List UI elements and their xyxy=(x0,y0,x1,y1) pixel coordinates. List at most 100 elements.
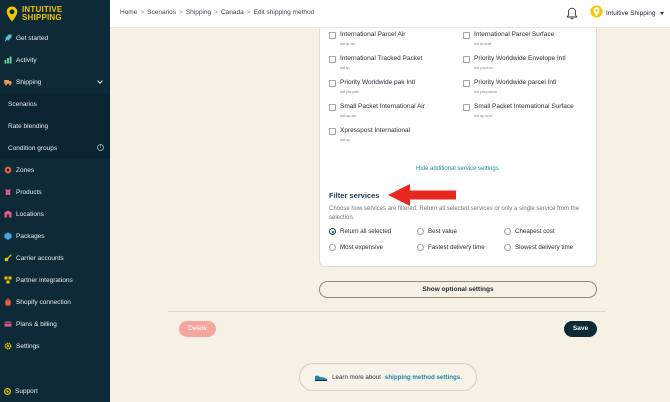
sidebar-item-scenarios[interactable]: Scenarios xyxy=(0,93,110,115)
truck-icon xyxy=(4,80,12,86)
sidebar-item-shopify-connection[interactable]: Shopify connection xyxy=(0,291,110,313)
radio-button[interactable] xyxy=(417,244,424,251)
shipping-method-settings-link[interactable]: shipping method settings xyxy=(385,374,460,381)
sidebar-item-condition-groups[interactable]: Condition groups i xyxy=(0,137,110,159)
pin-logo-icon xyxy=(6,6,18,22)
support-icon xyxy=(4,387,11,395)
service-code: intl.ip.air xyxy=(340,41,355,46)
zones-icon xyxy=(4,166,12,174)
brand-logo[interactable]: INTUITIVE SHIPPING xyxy=(6,4,62,24)
filter-services-title: Filter services xyxy=(329,191,380,200)
learn-more-banner: Learn more about shipping method setting… xyxy=(299,363,477,391)
breadcrumb-separator: > xyxy=(246,9,251,16)
service-option[interactable]: International Parcel Air intl.ip.air xyxy=(329,31,405,46)
bell-icon[interactable] xyxy=(566,7,578,20)
info-icon[interactable]: i xyxy=(97,144,104,151)
sidebar-item-label: Carrier accounts xyxy=(16,254,64,262)
radio-slowest-delivery[interactable]: Slowest delivery time xyxy=(504,244,573,251)
breadcrumb: Home > Scenarios > Shipping > Canada > E… xyxy=(120,9,314,16)
breadcrumb-canada[interactable]: Canada xyxy=(221,9,244,16)
billing-icon xyxy=(4,321,12,327)
sidebar-item-zones[interactable]: Zones xyxy=(0,159,110,181)
sidebar-item-settings[interactable]: Settings xyxy=(0,335,110,357)
radio-button[interactable] xyxy=(417,228,424,235)
service-code: intl.tp xyxy=(340,65,350,70)
service-option[interactable]: Priority Worldwide Envelope Intl intl.pw.… xyxy=(463,55,566,70)
sidebar-item-shipping[interactable]: Shipping xyxy=(0,71,110,93)
breadcrumb-shipping[interactable]: Shipping xyxy=(186,9,211,16)
radio-most-expensive[interactable]: Most expensive xyxy=(329,244,383,251)
chevron-down-icon[interactable] xyxy=(97,78,103,84)
service-checkbox[interactable] xyxy=(463,56,470,63)
radio-cheapest-cost[interactable]: Cheapest cost xyxy=(504,228,555,235)
support-label: Support xyxy=(15,387,38,395)
radio-label: Fastest delivery time xyxy=(428,244,485,251)
service-option[interactable]: International Parcel Surface intl.ip.surf xyxy=(463,31,554,46)
service-name: International Tracked Packet xyxy=(340,55,423,62)
radio-button[interactable] xyxy=(329,244,336,251)
delete-button[interactable]: Delete xyxy=(179,321,216,337)
service-checkbox[interactable] xyxy=(463,32,470,39)
sneaker-icon xyxy=(315,375,328,381)
support-link[interactable]: Support xyxy=(4,385,38,397)
service-checkbox[interactable] xyxy=(463,104,470,111)
sidebar-item-locations[interactable]: Locations xyxy=(0,203,110,225)
service-checkbox[interactable] xyxy=(329,32,336,39)
service-option[interactable]: Small Packet International Air intl.sp.ai… xyxy=(329,103,425,118)
radio-label: Most expensive xyxy=(340,244,383,251)
account-menu[interactable]: Intuitive Shipping xyxy=(590,5,664,21)
service-code: intl.pw.pak xyxy=(340,89,359,94)
partner-icon xyxy=(4,276,12,284)
sidebar-item-label: Settings xyxy=(16,342,40,350)
sidebar-item-label: Shopify connection xyxy=(16,298,71,306)
sidebar-item-label: Partner integrations xyxy=(16,276,73,284)
learn-more-prefix: Learn more about xyxy=(332,373,381,381)
radio-button[interactable] xyxy=(504,244,511,251)
service-option[interactable]: Priority Worldwide pak Intl intl.pw.pak xyxy=(329,79,415,94)
breadcrumb-scenarios[interactable]: Scenarios xyxy=(147,9,176,16)
hide-additional-settings-link[interactable]: Hide additional service settings xyxy=(416,166,499,172)
service-option[interactable]: Small Packet International Surface intl.s… xyxy=(463,103,574,118)
sidebar-item-activity[interactable]: Activity xyxy=(0,49,110,71)
chart-icon xyxy=(4,56,12,64)
service-checkbox[interactable] xyxy=(329,80,336,87)
sidebar-item-carrier-accounts[interactable]: Carrier accounts xyxy=(0,247,110,269)
sidebar-item-plans-billing[interactable]: Plans & billing xyxy=(0,313,110,335)
service-name: Xpresspost International xyxy=(340,127,411,134)
save-button[interactable]: Save xyxy=(564,321,597,337)
sidebar-item-get-started[interactable]: Get started xyxy=(0,27,110,49)
service-name: International Parcel Surface xyxy=(474,31,555,38)
breadcrumb-home[interactable]: Home xyxy=(120,9,137,16)
show-optional-settings-button[interactable]: Show optional settings xyxy=(319,281,597,298)
radio-button[interactable] xyxy=(329,228,336,235)
service-checkbox[interactable] xyxy=(329,56,336,63)
service-checkbox[interactable] xyxy=(463,80,470,87)
service-checkbox[interactable] xyxy=(329,104,336,111)
service-name: Small Packet International Surface xyxy=(474,103,574,110)
service-code: intl.sp.air xyxy=(340,113,357,118)
sidebar-item-rate-blending[interactable]: Rate blending xyxy=(0,115,110,137)
locations-icon xyxy=(4,210,12,218)
package-icon xyxy=(4,232,12,240)
radio-return-all-selected[interactable]: Return all selected xyxy=(329,228,391,235)
radio-button[interactable] xyxy=(504,228,511,235)
service-option[interactable]: Priority Worldwide parcel Intl intl.pw.pa… xyxy=(463,79,556,94)
sidebar-item-label: Locations xyxy=(16,210,44,218)
radio-fastest-delivery[interactable]: Fastest delivery time xyxy=(417,244,485,251)
sidebar-item-partner-integrations[interactable]: Partner integrations xyxy=(0,269,110,291)
account-logo-icon xyxy=(590,5,603,18)
service-option[interactable]: International Tracked Packet intl.tp xyxy=(329,55,422,70)
breadcrumb-separator: > xyxy=(140,9,145,16)
radio-label: Return all selected xyxy=(340,228,392,235)
sidebar-item-products[interactable]: Products xyxy=(0,181,110,203)
service-name: Priority Worldwide parcel Intl xyxy=(474,79,557,86)
radio-label: Best value xyxy=(428,228,457,235)
key-icon xyxy=(4,254,12,262)
service-checkbox[interactable] xyxy=(329,128,336,135)
sidebar-item-packages[interactable]: Packages xyxy=(0,225,110,247)
chevron-down-icon xyxy=(659,11,664,15)
radio-best-value[interactable]: Best value xyxy=(417,228,457,235)
breadcrumb-separator: > xyxy=(179,9,183,16)
radio-label: Cheapest cost xyxy=(515,228,555,235)
service-option[interactable]: Xpresspost International intl.xp xyxy=(329,127,410,142)
